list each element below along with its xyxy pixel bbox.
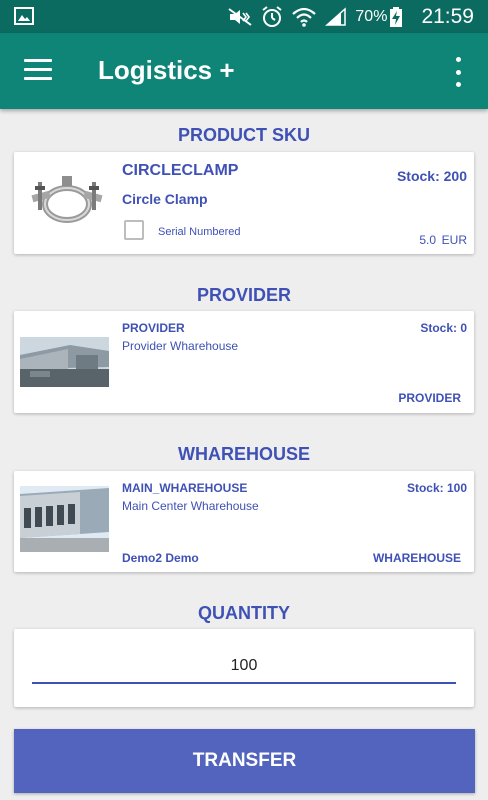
main-warehouse-image xyxy=(20,486,109,556)
quantity-input[interactable]: 100 xyxy=(32,657,456,675)
warehouse-name: Main Center Wharehouse xyxy=(122,499,259,513)
product-stock: Stock: 200 xyxy=(396,168,467,184)
transfer-button[interactable]: TRANSFER xyxy=(14,729,475,793)
product-price: 5.0 xyxy=(419,233,436,247)
provider-code: PROVIDER xyxy=(122,321,185,335)
provider-card[interactable]: PROVIDER Provider Wharehouse Stock: 0 PR… xyxy=(14,311,474,413)
provider-name: Provider Wharehouse xyxy=(122,339,239,353)
warehouse-section-title: WHAREHOUSE xyxy=(177,444,310,464)
provider-stock: Stock: 0 xyxy=(420,321,467,335)
provider-type: PROVIDER xyxy=(398,391,461,405)
provider-section-title: PROVIDER xyxy=(196,285,292,305)
warehouse-code: MAIN_WHAREHOUSE xyxy=(122,481,248,495)
warehouse-type: WHAREHOUSE xyxy=(372,551,461,565)
more-options-icon[interactable] xyxy=(448,57,468,87)
app-bar: Logistics + xyxy=(0,33,488,109)
product-currency: EUR xyxy=(441,233,467,247)
gallery-notification-icon xyxy=(14,7,34,25)
app-title: Logistics + xyxy=(98,55,235,85)
quantity-section-title: QUANTITY xyxy=(198,603,290,623)
serial-numbered-checkbox[interactable] xyxy=(124,220,144,240)
circle-clamp-image xyxy=(31,176,103,223)
product-card[interactable]: CIRCLECLAMP Circle Clamp Stock: 200 Seri… xyxy=(14,152,474,254)
quantity-input-underline xyxy=(32,682,456,684)
mute-icon xyxy=(227,7,253,27)
wifi-icon xyxy=(291,6,317,28)
product-section-title: PRODUCT SKU xyxy=(177,125,310,145)
status-bar: 70% 21:59 xyxy=(0,0,488,33)
signal-icon xyxy=(325,6,347,27)
serial-numbered-label: Serial Numbered xyxy=(158,226,241,238)
provider-warehouse-image xyxy=(20,337,109,387)
alarm-icon xyxy=(261,5,283,28)
warehouse-stock: Stock: 100 xyxy=(406,481,467,495)
battery-percentage: 70% xyxy=(355,7,388,25)
clock-time: 21:59 xyxy=(421,4,474,28)
warehouse-card[interactable]: MAIN_WHAREHOUSE Main Center Wharehouse S… xyxy=(14,471,474,572)
product-code: CIRCLECLAMP xyxy=(122,162,239,179)
warehouse-owner: Demo2 Demo xyxy=(122,551,199,565)
quantity-card: 100 xyxy=(14,629,474,707)
menu-icon[interactable] xyxy=(24,59,52,81)
product-name: Circle Clamp xyxy=(122,191,208,207)
battery-charging-icon xyxy=(389,6,403,28)
